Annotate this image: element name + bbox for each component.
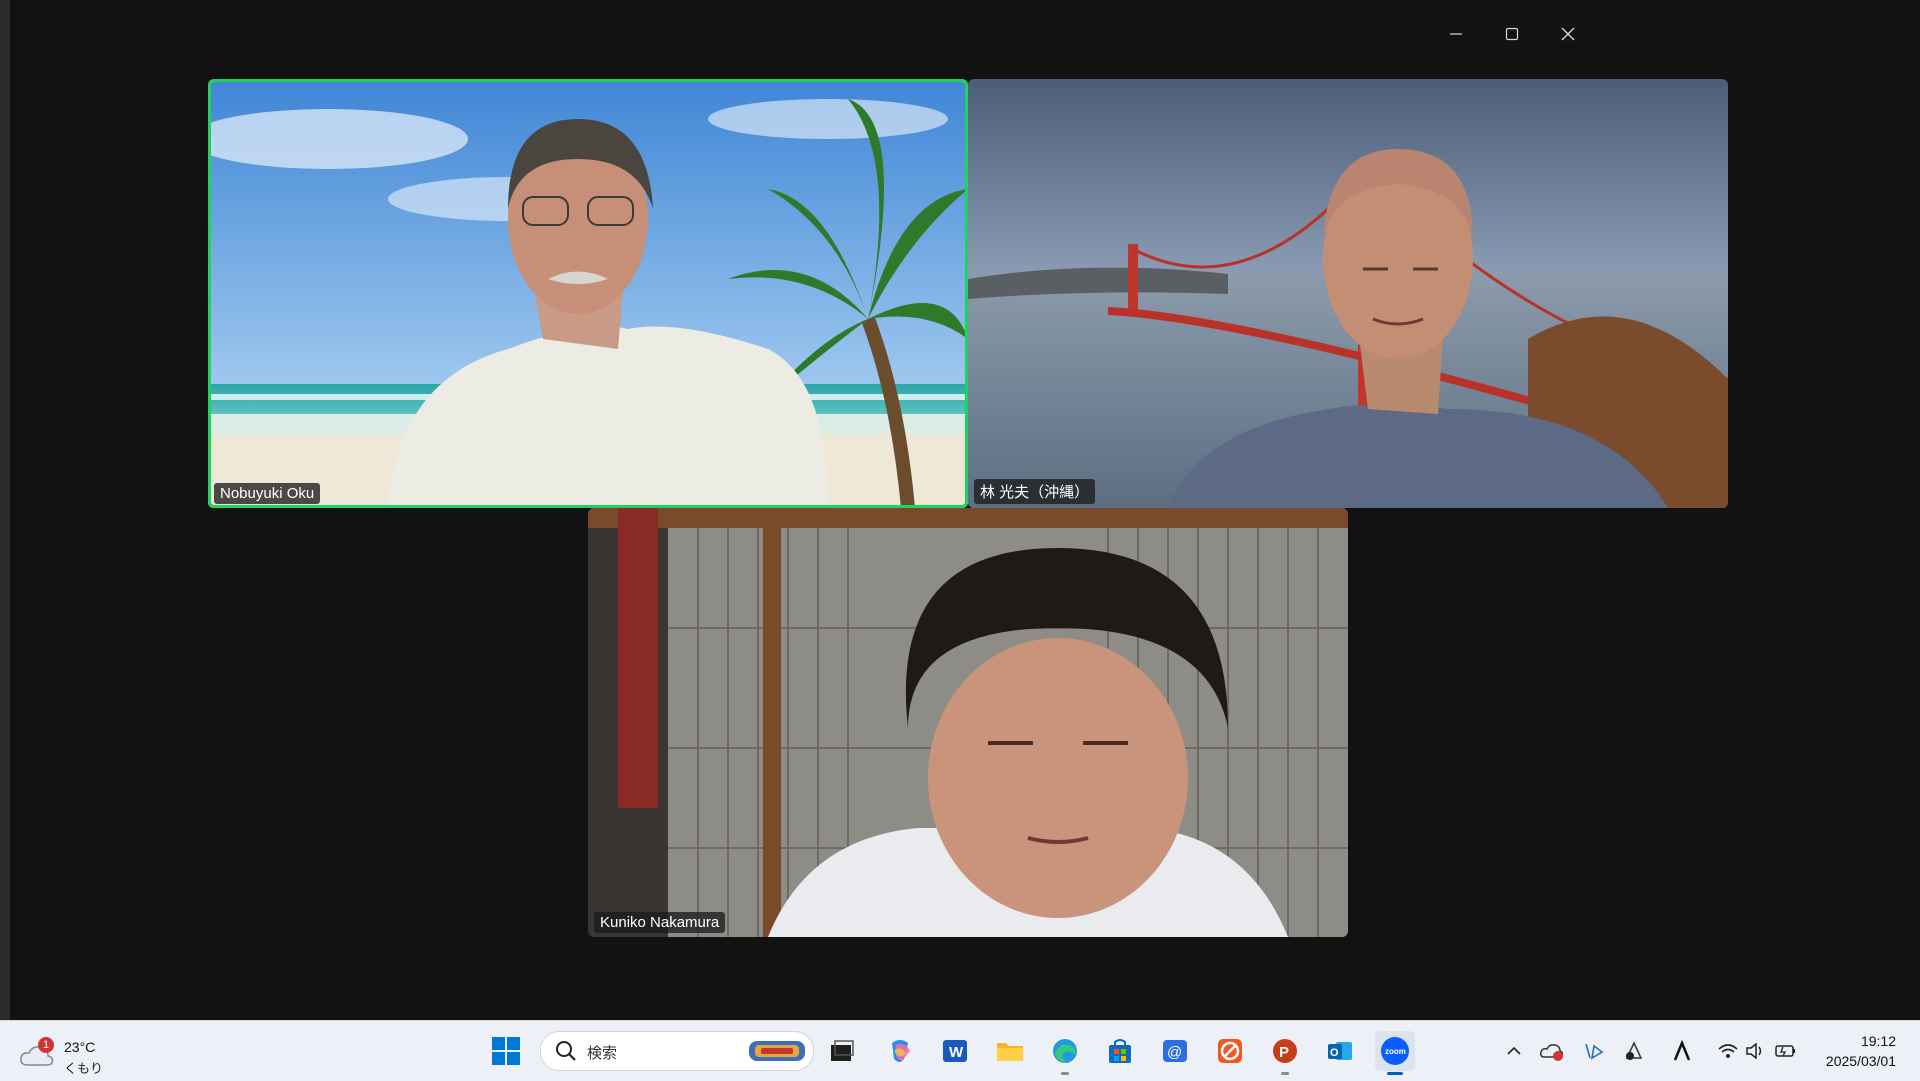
show-hidden-icons-button[interactable] [1502,1039,1526,1063]
maximize-icon [1505,27,1519,41]
video-tile-2[interactable]: 林 光夫（沖縄） [968,79,1728,508]
word-app[interactable]: W [935,1031,975,1071]
close-button[interactable] [1548,18,1588,50]
participant-name-tag: Kuniko Nakamura [594,912,726,933]
orange-app[interactable] [1210,1031,1250,1071]
weather-widget[interactable]: 1 23°C くもり [20,1029,110,1076]
clock-date: 2025/03/01 [1825,1053,1896,1069]
app-orange-icon [1218,1039,1242,1063]
copilot-icon [892,1040,910,1062]
windows-logo-icon [492,1037,520,1065]
onedrive-error-icon [1540,1044,1563,1061]
task-view-app[interactable] [822,1031,862,1071]
edge-icon [1053,1039,1077,1063]
wifi-icon [1718,1044,1738,1058]
windows-taskbar: 1 23°C くもり 検索 W @ P O zoom 19:12 2025/03… [0,1020,1920,1081]
zoom-meeting-window: Nobuyuki Oku 林 光夫（沖縄） Kuniko Nakamura [10,0,1920,1020]
outlook-icon: O [1328,1042,1352,1060]
search-highlight-icon [749,1041,805,1061]
security-icon [1625,1041,1643,1060]
wifi-tray[interactable] [1716,1039,1740,1063]
temperature: 23°C [64,1039,96,1055]
battery-tray[interactable] [1774,1039,1798,1063]
shoji-room-video-feed [588,508,1348,937]
search-icon [556,1041,576,1061]
participant-name-tag: Nobuyuki Oku [214,483,321,504]
file-explorer-app[interactable] [990,1031,1030,1071]
participant-name-tag: 林 光夫（沖縄） [974,479,1096,504]
search-placeholder: 検索 [587,1045,618,1062]
ime-a-icon [1673,1040,1691,1061]
copilot-app[interactable] [880,1031,920,1071]
taskbar-search[interactable]: 検索 [540,1031,814,1071]
folder-icon [997,1043,1023,1061]
outlook-app[interactable]: O [1320,1031,1360,1071]
video-tile-3[interactable]: Kuniko Nakamura [588,508,1348,937]
svg-text:P: P [1279,1044,1289,1061]
minimize-button[interactable] [1436,18,1476,50]
svg-text:O: O [1330,1047,1339,1059]
system-clock[interactable]: 19:12 2025/03/01 [1826,1031,1896,1071]
mail-app[interactable]: @ [1155,1031,1195,1071]
background-window-edge [0,0,10,1020]
powerpoint-app[interactable]: P [1265,1031,1305,1075]
ime-tray[interactable] [1670,1039,1694,1063]
store-icon [1109,1039,1131,1063]
start-button[interactable] [490,1035,522,1067]
security-tray[interactable] [1622,1039,1646,1063]
maximize-button[interactable] [1492,18,1532,50]
word-icon: W [943,1040,967,1062]
svg-text:W: W [949,1044,964,1061]
golden-gate-video-feed [968,79,1728,508]
task-view-icon [831,1040,854,1061]
zoom-icon-label: zoom [1385,1047,1406,1056]
battery-charging-icon [1775,1045,1795,1057]
pen-tray[interactable] [1582,1039,1606,1063]
speaker-icon [1746,1042,1762,1060]
edge-app[interactable] [1045,1031,1085,1075]
weather-condition: くもり [64,1061,104,1076]
minimize-icon [1450,33,1462,35]
chevron-up-icon [1507,1046,1521,1055]
notification-badge: 1 [38,1037,54,1053]
volume-tray[interactable] [1744,1039,1768,1063]
mail-icon: @ [1163,1040,1187,1062]
svg-text:@: @ [1167,1044,1182,1061]
microsoft-store-app[interactable] [1100,1031,1140,1071]
close-icon [1561,27,1575,41]
onedrive-tray[interactable] [1540,1039,1564,1063]
zoom-app[interactable]: zoom [1375,1031,1415,1075]
clock-time: 19:12 [1860,1033,1896,1049]
powerpoint-icon: P [1273,1039,1297,1063]
pen-input-icon [1585,1043,1604,1060]
zoom-icon: zoom [1381,1037,1409,1065]
beach-video-feed [208,79,968,508]
video-tile-1[interactable]: Nobuyuki Oku [208,79,968,508]
